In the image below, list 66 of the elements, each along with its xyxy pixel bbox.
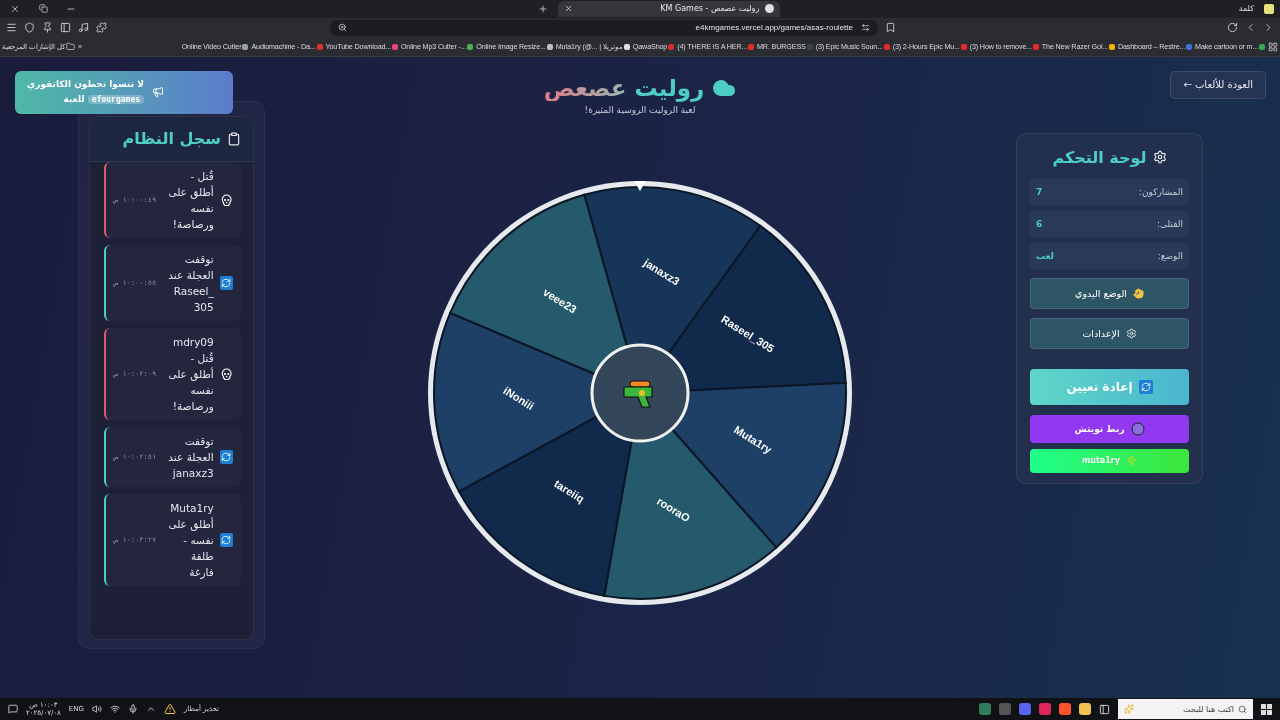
circle-icon xyxy=(1130,421,1145,436)
shield-icon[interactable] xyxy=(24,22,35,34)
settings-button[interactable]: الإعدادات xyxy=(1030,317,1189,349)
skull-icon xyxy=(219,366,233,381)
warning-icon xyxy=(163,703,176,715)
stat-value: لعب xyxy=(1036,250,1054,261)
app-icon[interactable] xyxy=(1039,703,1051,715)
favicon-icon xyxy=(765,4,775,14)
stat-label: الوضع: xyxy=(1157,250,1183,261)
panel-title: لوحة التحكم xyxy=(1052,147,1147,167)
refresh-icon xyxy=(219,275,233,290)
folder-icon xyxy=(66,42,75,52)
sparkles-icon xyxy=(1124,704,1134,714)
app-icon[interactable] xyxy=(1079,703,1091,715)
connect-button[interactable]: ربط تويتش xyxy=(1030,414,1189,443)
log-text: Muta1ry أطلق على نفسه - طلقة فارغة xyxy=(168,500,214,580)
pointer-icon xyxy=(634,180,646,191)
app-icon[interactable] xyxy=(1264,4,1274,14)
apps-icon[interactable] xyxy=(1268,41,1278,52)
water-gun-icon xyxy=(623,380,653,408)
lightning-icon xyxy=(1126,455,1137,467)
notification-icon[interactable] xyxy=(8,704,18,714)
page-subtitle: لعبة الروليت الروسية المثيرة! xyxy=(584,104,696,115)
stat-value: 6 xyxy=(1036,218,1043,229)
puzzle-icon[interactable] xyxy=(96,22,107,34)
new-tab-icon[interactable] xyxy=(538,4,549,14)
stat-label: المشاركون: xyxy=(1138,186,1183,197)
log-text: mdry09 قُتل - أطلق على نفسه ورصاصة! xyxy=(168,334,214,414)
music-icon[interactable] xyxy=(78,22,89,34)
bookmark-icon[interactable] xyxy=(885,22,896,34)
close-tab-icon[interactable] xyxy=(564,4,574,14)
wheel-hub[interactable] xyxy=(590,343,690,443)
zoom-icon[interactable] xyxy=(338,23,347,33)
megaphone-icon xyxy=(152,86,164,99)
menu-icon[interactable] xyxy=(6,22,17,34)
clipboard-icon xyxy=(227,131,241,146)
mode-button[interactable]: الوضع اليدوي xyxy=(1030,277,1189,309)
stat-label: القتلى: xyxy=(1156,218,1183,229)
volume-icon[interactable] xyxy=(91,704,102,714)
settings-icon xyxy=(1152,150,1167,165)
panel-icon[interactable] xyxy=(60,22,71,34)
refresh-icon xyxy=(219,532,233,547)
log-text: توقفت العجلة عند Raseel_305 xyxy=(168,251,214,315)
network-icon[interactable] xyxy=(109,704,120,714)
task-view-icon[interactable] xyxy=(1099,703,1110,715)
back-button[interactable]: ← العودة للألعاب xyxy=(1170,70,1266,99)
stat-value: 7 xyxy=(1036,186,1043,197)
log-text: توقفت العجلة عند janaxz3 xyxy=(168,433,214,481)
windows-logo-icon[interactable] xyxy=(1261,703,1272,715)
mic-icon[interactable] xyxy=(127,704,138,714)
reload-icon[interactable] xyxy=(1227,22,1238,34)
app-label: كلمة xyxy=(1238,4,1254,14)
search-field[interactable]: اكتب هنا للبحث xyxy=(1118,699,1253,719)
search-icon xyxy=(1238,704,1247,714)
refresh-icon xyxy=(219,449,233,464)
log-text: قُتل - أطلق على نفسه ورصاصة! xyxy=(168,168,214,232)
browser-tab[interactable]: روليت عصعص - KM Games xyxy=(558,1,781,17)
settings-icon xyxy=(1125,327,1137,339)
app-icon[interactable] xyxy=(1059,703,1071,715)
refresh-icon xyxy=(1138,379,1153,394)
chevron-icon[interactable] xyxy=(145,704,156,714)
log-title: سجل النظام xyxy=(122,129,221,149)
skull-icon xyxy=(219,192,233,207)
swap-icon[interactable] xyxy=(861,23,870,33)
pin-icon[interactable] xyxy=(42,22,53,34)
address-bar[interactable]: e4kmgames.vercel.app/games/asas-roulette xyxy=(330,19,878,36)
